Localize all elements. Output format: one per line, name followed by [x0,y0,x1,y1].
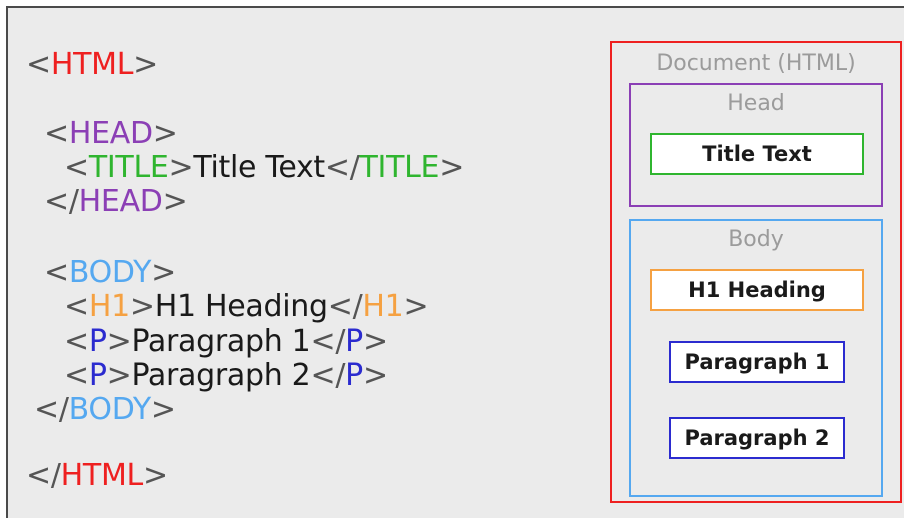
code-tag-name: TITLE [359,150,440,185]
code-tag-name: BODY [68,392,152,427]
code-line-title: <TITLE>Title Text</TITLE> [64,150,464,186]
h1-heading-box: H1 Heading [650,269,864,311]
title-box: Title Text [650,133,864,175]
code-line-p1: <P>Paragraph 1</P> [64,324,388,360]
code-line-p2: <P>Paragraph 2</P> [64,358,388,394]
code-bracket: < [44,116,69,151]
code-bracket: > [142,458,168,493]
code-bracket: > [106,358,132,393]
code-tag-name: HEAD [78,184,163,219]
body-label: Body [728,227,784,252]
code-bracket: > [162,184,188,219]
code-line-html-close: </HTML> [26,458,168,494]
code-tag-name: P [345,358,363,393]
head-label: Head [727,91,785,116]
code-tag-name: H1 [88,289,130,324]
code-bracket: < [64,324,89,359]
code-bracket: > [150,392,176,427]
code-tag-name: HTML [60,458,144,493]
head-box: Head Title Text [629,83,883,207]
code-bracket: > [129,289,155,324]
code-bracket: </ [26,458,61,493]
code-tag-name: BODY [68,255,152,290]
code-tag-name: H1 [362,289,404,324]
document-box: Document (HTML) Head Title Text Body H1 … [610,41,902,503]
code-bracket: > [362,324,388,359]
code-bracket: </ [34,392,69,427]
code-tag-name: P [88,358,107,393]
code-bracket: > [362,358,388,393]
code-bracket: > [168,150,194,185]
code-bracket: > [403,289,429,324]
code-text-content: H1 Heading [154,289,328,324]
code-bracket: < [44,255,69,290]
code-bracket: </ [310,324,346,359]
paragraph-2-box: Paragraph 2 [669,417,845,459]
body-box: Body H1 Heading Paragraph 1 Paragraph 2 [629,219,883,497]
code-bracket: > [152,116,178,151]
code-line-h1: <H1>H1 Heading</H1> [64,289,429,325]
code-bracket: </ [324,150,360,185]
code-bracket: < [64,358,89,393]
code-bracket: < [64,150,89,185]
code-bracket: </ [310,358,346,393]
code-tag-name: HEAD [68,116,153,151]
code-text-content: Title Text [193,150,325,185]
code-text-content: Paragraph 1 [131,324,311,359]
code-line-head-open: <HEAD> [44,116,178,152]
paragraph-1-box: Paragraph 1 [669,341,845,383]
code-tag-name: HTML [50,47,134,82]
code-bracket: < [64,289,89,324]
code-bracket: > [106,324,132,359]
code-tag-name: P [88,324,107,359]
code-bracket: < [26,47,51,82]
code-bracket: </ [44,184,79,219]
code-bracket: </ [327,289,363,324]
code-line-body-close: </BODY> [34,392,176,428]
code-line-html-open: <HTML> [26,47,158,83]
code-bracket: > [151,255,176,290]
code-tag-name: P [345,324,363,359]
code-tag-name: TITLE [88,150,169,185]
code-line-head-close: </HEAD> [44,184,188,220]
code-text-content: Paragraph 2 [131,358,311,393]
code-line-body-open: <BODY> [44,255,176,291]
document-label: Document (HTML) [656,51,856,76]
code-bracket: > [439,150,465,185]
code-bracket: > [133,47,158,82]
